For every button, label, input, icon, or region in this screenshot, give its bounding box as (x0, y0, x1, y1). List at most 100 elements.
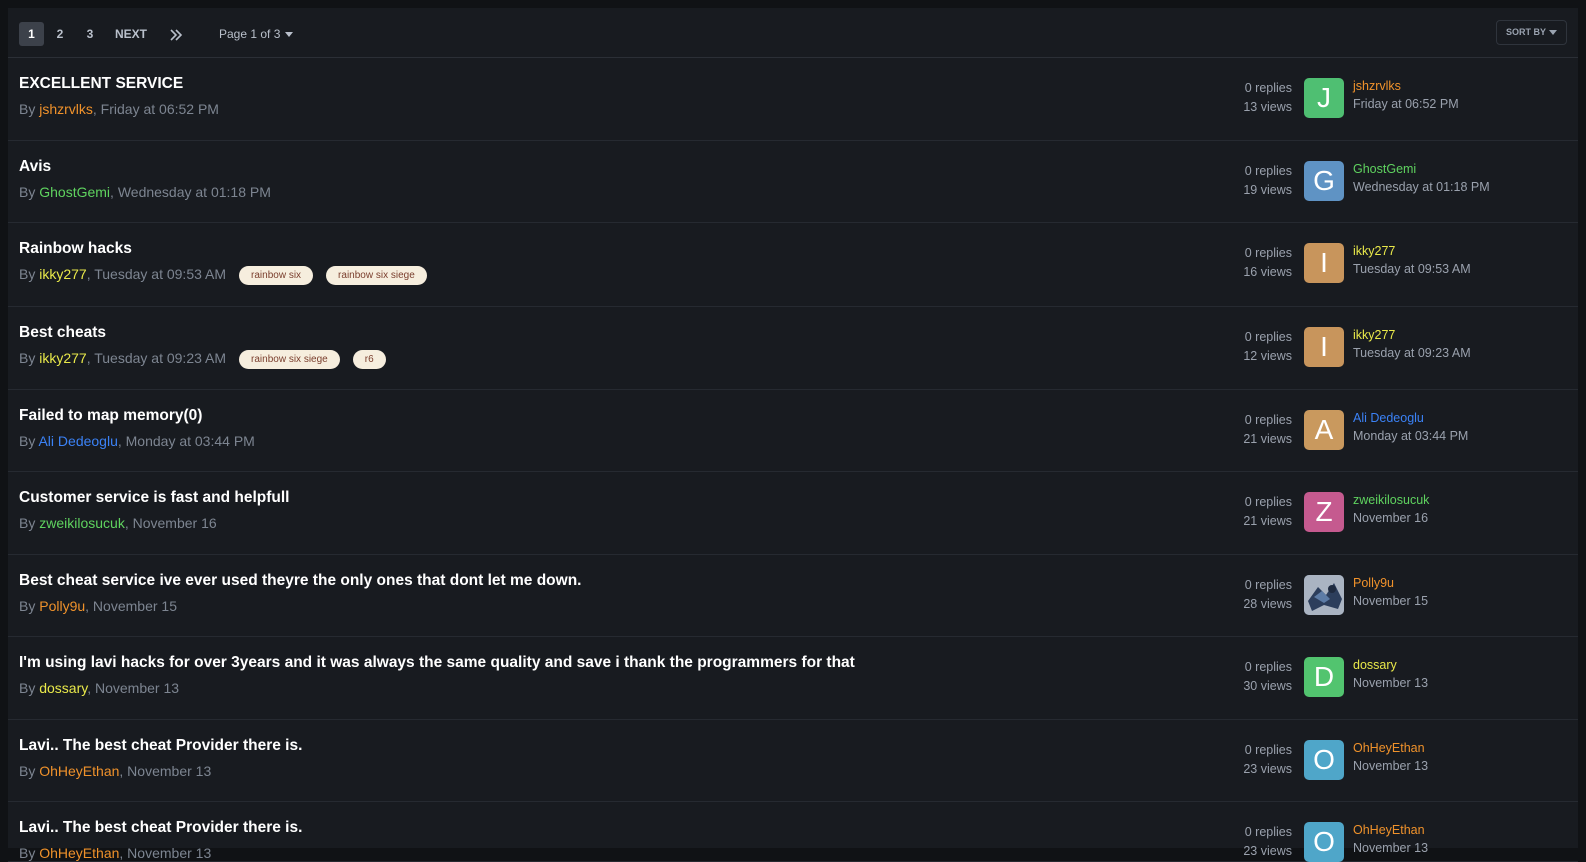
topic-title-link[interactable]: I'm using lavi hacks for over 3years and… (19, 654, 855, 672)
replies-count: 0 replies (1244, 743, 1292, 757)
last-poster-link[interactable]: OhHeyEthan (1353, 823, 1425, 837)
topic-title-link[interactable]: Best cheats (19, 324, 106, 342)
views-count: 21 views (1243, 514, 1292, 528)
topic-title-link[interactable]: Avis (19, 158, 51, 176)
by-label: By (19, 184, 40, 200)
topic-row[interactable]: I'm using lavi hacks for over 3years and… (8, 637, 1578, 720)
views-count: 23 views (1243, 762, 1292, 776)
topic-date: , November 15 (85, 598, 177, 614)
topic-tag[interactable]: r6 (352, 350, 386, 369)
last-poster-link[interactable]: dossary (1353, 658, 1397, 672)
topic-title-link[interactable]: Lavi.. The best cheat Provider there is. (19, 737, 302, 755)
author-link[interactable]: ikky277 (39, 266, 86, 282)
last-poster-link[interactable]: ikky277 (1353, 244, 1395, 258)
topic-stats: 0 replies 19 views (1243, 162, 1292, 200)
topic-row[interactable]: Best cheat service ive ever used theyre … (8, 555, 1578, 637)
last-poster-link[interactable]: GhostGemi (1353, 162, 1416, 176)
avatar[interactable]: O (1304, 822, 1344, 862)
sort-by-button[interactable]: SORT BY (1495, 20, 1567, 45)
author-link[interactable]: ikky277 (39, 350, 86, 366)
last-poster-link[interactable]: Polly9u (1353, 576, 1394, 590)
topic-date: , Friday at 06:52 PM (92, 101, 219, 117)
replies-count: 0 replies (1244, 495, 1292, 509)
author-link[interactable]: jshzrvlks (39, 101, 93, 117)
avatar[interactable]: J (1304, 78, 1344, 118)
views-count: 16 views (1243, 265, 1292, 279)
last-poster-link[interactable]: ikky277 (1353, 328, 1395, 342)
page-3-button[interactable]: 3 (78, 22, 102, 46)
avatar[interactable] (1304, 575, 1344, 615)
last-poster-link[interactable]: zweikilosucuk (1353, 493, 1429, 507)
topic-row[interactable]: Rainbow hacks By ikky277, Tuesday at 09:5… (8, 223, 1578, 307)
topic-title-link[interactable]: Lavi.. The best cheat Provider there is. (19, 819, 302, 837)
replies-count: 0 replies (1244, 413, 1292, 427)
topic-meta: By jshzrvlks, Friday at 06:52 PM (19, 101, 219, 117)
avatar[interactable]: O (1304, 740, 1344, 780)
last-page-button[interactable] (166, 22, 186, 46)
replies-count: 0 replies (1244, 164, 1292, 178)
replies-count: 0 replies (1244, 578, 1292, 592)
topic-title-link[interactable]: Best cheat service ive ever used theyre … (19, 572, 581, 590)
topic-tag[interactable]: rainbow six siege (239, 350, 340, 369)
topic-title-link[interactable]: Rainbow hacks (19, 240, 132, 258)
last-poster-link[interactable]: OhHeyEthan (1353, 741, 1425, 755)
last-post-date: November 13 (1353, 759, 1429, 773)
avatar[interactable]: Z (1304, 492, 1344, 532)
avatar[interactable]: I (1304, 327, 1344, 367)
topic-stats: 0 replies 12 views (1243, 328, 1292, 366)
avatar-letter: J (1317, 82, 1331, 113)
views-count: 21 views (1243, 432, 1292, 446)
avatar-letter: O (1313, 744, 1335, 775)
topic-tag[interactable]: rainbow six (239, 266, 314, 285)
author-link[interactable]: dossary (39, 680, 87, 696)
last-poster-link[interactable]: Ali Dedeoglu (1353, 411, 1424, 425)
by-label: By (19, 350, 40, 366)
topic-title-link[interactable]: Failed to map memory(0) (19, 407, 202, 425)
pagination-toolbar: 1 2 3 NEXT Page 1 of 3 SORT BY (8, 8, 1578, 58)
topic-row[interactable]: Lavi.. The best cheat Provider there is.… (8, 720, 1578, 802)
topic-row[interactable]: Failed to map memory(0) By Ali Dedeoglu, … (8, 390, 1578, 472)
page-2-button[interactable]: 2 (48, 22, 72, 46)
topic-row[interactable]: Customer service is fast and helpfull By … (8, 472, 1578, 555)
topic-date: , Tuesday at 09:23 AM (86, 350, 227, 366)
by-label: By (19, 101, 40, 117)
last-post-date: Tuesday at 09:23 AM (1353, 346, 1471, 360)
sort-by-label: SORT BY (1505, 27, 1546, 37)
topic-title-link[interactable]: EXCELLENT SERVICE (19, 75, 183, 93)
avatar[interactable]: D (1304, 657, 1344, 697)
page-info-label: Page 1 of 3 (219, 27, 281, 41)
author-link[interactable]: OhHeyEthan (39, 763, 119, 779)
topic-row[interactable]: EXCELLENT SERVICE By jshzrvlks, Friday at… (8, 58, 1578, 141)
next-page-button[interactable]: NEXT (114, 22, 148, 46)
by-label: By (19, 845, 40, 861)
last-post-date: Friday at 06:52 PM (1353, 97, 1459, 111)
by-label: By (19, 515, 40, 531)
avatar-letter: Z (1315, 496, 1333, 527)
author-link[interactable]: Ali Dedeoglu (38, 433, 117, 449)
replies-count: 0 replies (1244, 330, 1292, 344)
last-poster-link[interactable]: jshzrvlks (1353, 79, 1401, 93)
author-link[interactable]: OhHeyEthan (39, 845, 119, 861)
topic-date: , November 13 (119, 845, 212, 861)
by-label: By (19, 266, 40, 282)
by-label: By (19, 598, 40, 614)
topic-date: , Wednesday at 01:18 PM (110, 184, 271, 200)
topic-title-link[interactable]: Customer service is fast and helpfull (19, 489, 289, 507)
page-jump-dropdown[interactable]: Page 1 of 3 (219, 22, 294, 46)
topic-tag[interactable]: rainbow six siege (326, 266, 427, 285)
topic-row[interactable]: Best cheats By ikky277, Tuesday at 09:23 … (8, 307, 1578, 390)
author-link[interactable]: zweikilosucuk (39, 515, 125, 531)
topic-row[interactable]: Lavi.. The best cheat Provider there is.… (8, 802, 1578, 862)
avatar-letter: O (1313, 826, 1335, 857)
replies-count: 0 replies (1244, 660, 1292, 674)
avatar[interactable]: I (1304, 243, 1344, 283)
topic-row[interactable]: Avis By GhostGemi, Wednesday at 01:18 PM 0… (8, 141, 1578, 223)
author-link[interactable]: Polly9u (39, 598, 85, 614)
topic-meta: By Ali Dedeoglu, Monday at 03:44 PM (19, 433, 255, 449)
avatar[interactable]: A (1304, 410, 1344, 450)
avatar[interactable]: G (1304, 161, 1344, 201)
avatar-letter: D (1313, 661, 1335, 692)
topic-stats: 0 replies 13 views (1243, 79, 1292, 117)
author-link[interactable]: GhostGemi (39, 184, 110, 200)
page-1-button[interactable]: 1 (19, 22, 44, 46)
